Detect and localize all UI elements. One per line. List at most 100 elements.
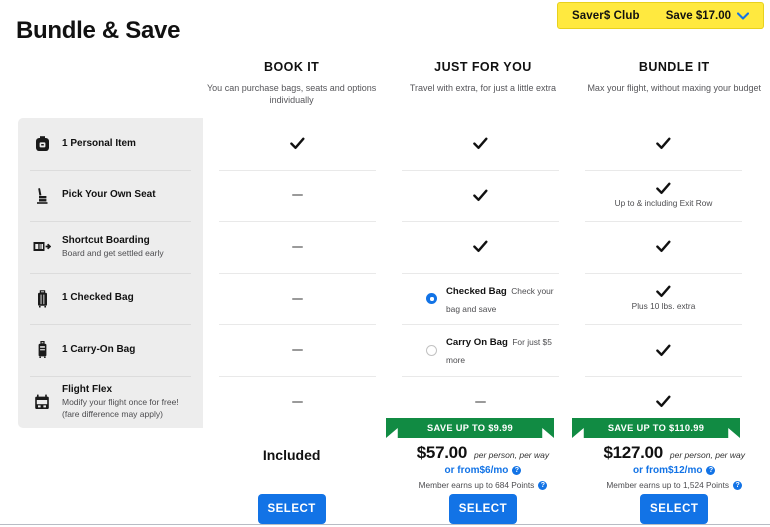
carry-on-bag-icon — [32, 341, 52, 359]
monthly-financing-link[interactable]: or from$12/mo ? — [579, 465, 770, 476]
saver-club-label: Saver$ Club — [572, 10, 640, 22]
price-unit: per person, per way — [474, 450, 549, 460]
plan-cell — [392, 118, 569, 170]
check-icon — [473, 240, 488, 253]
calendar-icon — [32, 394, 52, 410]
select-cell-book-it: SELECT — [196, 494, 387, 524]
price-line: $57.00 per person, per way — [387, 443, 578, 463]
feature-text: 1 Checked Bag — [62, 292, 134, 305]
feature-name: Pick Your Own Seat — [62, 189, 156, 202]
saver-club-banner[interactable]: Saver$ Club Save $17.00 — [557, 2, 764, 29]
radio-option-carry-on-bag[interactable]: Carry On Bag For just $5 more — [392, 324, 569, 376]
radio-button-unselected[interactable] — [426, 345, 437, 356]
plan-cell — [392, 221, 569, 273]
check-icon — [656, 240, 671, 253]
plan-cell — [209, 324, 386, 376]
pricing-bundle-it: $127.00 per person, per way or from$12/m… — [579, 443, 770, 490]
info-icon[interactable]: ? — [733, 481, 742, 490]
radio-button-selected[interactable] — [426, 293, 437, 304]
plan-cell — [575, 221, 752, 273]
price-unit: per person, per way — [670, 450, 745, 460]
info-icon[interactable]: ? — [512, 466, 521, 475]
select-cell-just-for-you: SELECT — [387, 494, 578, 524]
plan-cell — [209, 221, 386, 273]
select-button-just-for-you[interactable]: SELECT — [449, 494, 517, 524]
plan-cell — [209, 376, 386, 428]
pricing-row: Included $57.00 per person, per way or f… — [196, 443, 770, 490]
column-title: JUST FOR YOU — [395, 60, 570, 74]
feature-text: Shortcut Boarding Board and get settled … — [62, 235, 164, 260]
feature-row: 1 Personal Item — [18, 118, 203, 170]
column-title: BOOK IT — [204, 60, 379, 74]
backpack-icon — [32, 135, 52, 152]
feature-description: Modify your flight once for free! (fare … — [62, 397, 191, 419]
chevron-down-icon[interactable] — [737, 12, 749, 20]
pricing-just-for-you: $57.00 per person, per way or from$6/mo … — [387, 443, 578, 490]
plan-cell — [575, 324, 752, 376]
info-icon[interactable]: ? — [538, 481, 547, 490]
plan-cell — [209, 273, 386, 325]
column-subtitle: Travel with extra, for just a little ext… — [395, 82, 570, 94]
dash-icon — [475, 401, 486, 403]
plan-cell-note: Up to & including Exit Row — [615, 199, 713, 209]
comparison-grid: 1 Personal Item Pick Your Own Seat Short… — [18, 118, 754, 428]
price-amount: $57.00 — [417, 443, 467, 463]
member-points-line: Member earns up to 684 Points ? — [387, 480, 578, 490]
check-icon — [656, 137, 671, 150]
column-subtitle: You can purchase bags, seats and options… — [204, 82, 379, 106]
check-icon — [473, 189, 488, 202]
feature-name: Shortcut Boarding — [62, 235, 164, 248]
info-icon[interactable]: ? — [706, 466, 715, 475]
price-amount: $127.00 — [604, 443, 663, 463]
check-icon — [656, 285, 671, 298]
feature-row: Pick Your Own Seat — [18, 170, 203, 222]
dash-icon — [292, 349, 303, 351]
plan-card-book-it[interactable] — [209, 118, 386, 428]
savings-ribbon-bundle-it: SAVE UP TO $110.99 — [572, 418, 740, 438]
member-points-label: Member earns up to 1,524 Points — [606, 480, 729, 490]
radio-option-text: Carry On Bag For just $5 more — [446, 332, 561, 368]
feature-row: 1 Checked Bag — [18, 273, 203, 325]
select-button-bundle-it[interactable]: SELECT — [640, 494, 708, 524]
saver-club-savings: Save $17.00 — [666, 10, 749, 22]
boarding-pass-icon — [32, 240, 52, 253]
checked-bag-icon — [32, 290, 52, 308]
member-points-line: Member earns up to 1,524 Points ? — [579, 480, 770, 490]
plan-cell — [209, 170, 386, 222]
dash-icon — [292, 298, 303, 300]
plan-cell — [209, 118, 386, 170]
radio-option-checked-bag[interactable]: Checked Bag Check your bag and save — [392, 273, 569, 325]
check-icon — [656, 344, 671, 357]
column-title: BUNDLE IT — [587, 60, 762, 74]
radio-option-label: Checked Bag — [446, 286, 507, 297]
savings-ribbon-just-for-you: SAVE UP TO $9.99 — [386, 418, 554, 438]
check-icon — [473, 137, 488, 150]
feature-list-column: 1 Personal Item Pick Your Own Seat Short… — [18, 118, 203, 428]
feature-row: 1 Carry-On Bag — [18, 324, 203, 376]
saver-club-amount: Save $17.00 — [666, 10, 731, 22]
column-headers: BOOK IT You can purchase bags, seats and… — [196, 60, 770, 106]
select-button-book-it[interactable]: SELECT — [258, 494, 326, 524]
page-title: Bundle & Save — [16, 17, 180, 45]
dash-icon — [292, 246, 303, 248]
column-subtitle: Max your flight, without maxing your bud… — [587, 82, 762, 94]
check-icon — [656, 395, 671, 408]
feature-name: 1 Checked Bag — [62, 292, 134, 305]
radio-option-label: Carry On Bag — [446, 337, 508, 348]
dash-icon — [292, 194, 303, 196]
select-cell-bundle-it: SELECT — [579, 494, 770, 524]
feature-name: 1 Personal Item — [62, 138, 136, 151]
dash-icon — [292, 401, 303, 403]
feature-text: Pick Your Own Seat — [62, 189, 156, 202]
plan-card-just-for-you[interactable]: Checked Bag Check your bag and save Carr… — [392, 118, 569, 428]
seat-icon — [32, 187, 52, 204]
member-points-label: Member earns up to 684 Points — [419, 480, 535, 490]
feature-row: Shortcut Boarding Board and get settled … — [18, 221, 203, 273]
monthly-financing-label: or from$12/mo — [633, 465, 702, 476]
plan-cell: Up to & including Exit Row — [575, 170, 752, 222]
plan-cell — [575, 118, 752, 170]
monthly-financing-link[interactable]: or from$6/mo ? — [387, 465, 578, 476]
plan-card-bundle-it[interactable]: Up to & including Exit Row Plus 10 lbs. … — [575, 118, 752, 428]
feature-name: 1 Carry-On Bag — [62, 344, 135, 357]
plan-cell — [392, 170, 569, 222]
